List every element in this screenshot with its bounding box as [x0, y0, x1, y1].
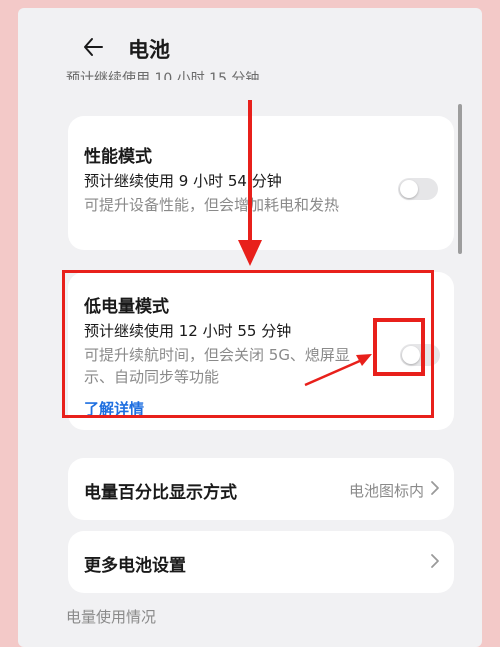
- more-battery-settings-label: 更多电池设置: [84, 556, 186, 576]
- page-title: 电池: [128, 38, 170, 62]
- scrollbar[interactable]: [458, 104, 462, 254]
- battery-percentage-label: 电量百分比显示方式: [84, 483, 237, 503]
- performance-mode-description: 可提升设备性能，但会增加耗电和发热: [84, 196, 340, 214]
- performance-mode-estimate: 预计继续使用 9 小时 54 分钟: [84, 172, 282, 190]
- performance-mode-title: 性能模式: [84, 147, 152, 167]
- back-arrow-icon[interactable]: [82, 36, 104, 58]
- header: 电池: [18, 8, 482, 72]
- usage-section-label: 电量使用情况: [66, 608, 157, 626]
- battery-percentage-row[interactable]: 电量百分比显示方式 电池图标内: [68, 458, 454, 520]
- partial-estimate-text: 预计继续使用 10 小时 15 分钟: [66, 71, 260, 80]
- more-battery-settings-row[interactable]: 更多电池设置: [68, 531, 454, 593]
- performance-mode-toggle[interactable]: [398, 178, 438, 200]
- chevron-right-icon: [431, 481, 439, 495]
- toggle-highlight-box: [373, 318, 425, 376]
- chevron-right-icon: [431, 554, 439, 568]
- performance-mode-card: 性能模式 预计继续使用 9 小时 54 分钟 可提升设备性能，但会增加耗电和发热: [68, 116, 454, 250]
- battery-percentage-value: 电池图标内: [348, 482, 424, 500]
- toggle-knob: [400, 180, 418, 198]
